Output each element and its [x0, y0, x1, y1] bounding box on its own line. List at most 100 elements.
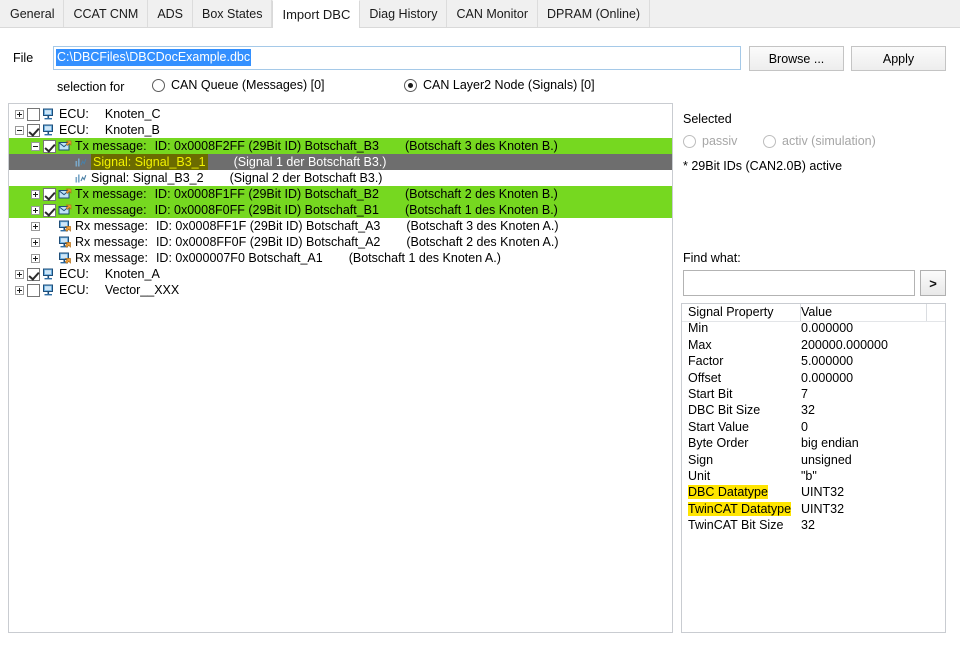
tree-row-label: Rx message: [75, 218, 148, 234]
radio-can-layer2-node[interactable]: CAN Layer2 Node (Signals) [0] [404, 78, 595, 92]
rx-message-icon [58, 252, 72, 265]
tree-row-label: Tx message: [75, 202, 147, 218]
tab-dpram-online[interactable]: DPRAM (Online) [538, 0, 650, 27]
radio-activ-simulation-circle [763, 135, 776, 148]
tab-general[interactable]: General [0, 0, 64, 27]
tree-checkbox[interactable] [27, 124, 40, 137]
property-key: Start Bit [682, 386, 799, 402]
property-row: Signunsigned [682, 452, 945, 468]
tree-row-label: Rx message: [75, 234, 148, 250]
tree-expander-plus-icon[interactable] [31, 206, 40, 215]
tree-expander-plus-icon[interactable] [31, 222, 40, 231]
property-row: Offset0.000000 [682, 370, 945, 386]
tree-expander-plus-icon[interactable] [31, 254, 40, 263]
dbc-tree: ECU:Knoten_CECU:Knoten_BTx message:ID: 0… [9, 104, 672, 298]
tree-row-detail: Vector__XXX [105, 282, 179, 298]
tree-row[interactable]: ECU:Knoten_B [9, 122, 672, 138]
signal-icon [74, 172, 88, 185]
tree-row-label: ECU: [59, 106, 89, 122]
dbc-tree-panel[interactable]: ECU:Knoten_CECU:Knoten_BTx message:ID: 0… [8, 103, 673, 633]
signal-property-table: Signal PropertyValueMin0.000000Max200000… [681, 303, 946, 633]
radio-passiv-circle [683, 135, 696, 148]
tree-row-label: ECU: [59, 122, 89, 138]
find-next-button[interactable]: > [920, 270, 946, 296]
tree-row[interactable]: Signal: Signal_B3_2 (Signal 2 der Botscha… [9, 170, 672, 186]
file-path-input[interactable] [53, 46, 741, 70]
tree-expander-spacer [47, 158, 56, 167]
tree-row[interactable]: Tx message:ID: 0x0008F1FF (29Bit ID) Bot… [9, 186, 672, 202]
browse-button[interactable]: Browse ... [749, 46, 844, 71]
tx-message-icon [58, 188, 72, 201]
tree-checkbox[interactable] [27, 108, 40, 121]
property-column-separator-1[interactable] [800, 304, 801, 321]
tree-expander-plus-icon[interactable] [15, 270, 24, 279]
property-value: unsigned [799, 452, 945, 468]
tree-checkbox[interactable] [27, 268, 40, 281]
find-what-input[interactable] [683, 270, 915, 296]
tree-expander-plus-icon[interactable] [31, 238, 40, 247]
tree-expander-plus-icon[interactable] [15, 110, 24, 119]
tree-row-detail: Knoten_A [105, 266, 160, 282]
tree-checkbox[interactable] [43, 188, 56, 201]
tree-checkbox[interactable] [27, 284, 40, 297]
property-key-text: Offset [688, 371, 721, 385]
tree-row-label: ECU: [59, 282, 89, 298]
property-key-text: Factor [688, 354, 723, 368]
tree-expander-minus-icon[interactable] [31, 142, 40, 151]
tab-diag-history[interactable]: Diag History [360, 0, 447, 27]
tree-row[interactable]: Tx message: ID: 0x0008F0FF (29Bit ID) Bot… [9, 202, 672, 218]
property-value: 0.000000 [799, 320, 945, 336]
tree-row-label: Rx message: [75, 250, 148, 266]
tree-row[interactable]: Rx message:ID: 0x0008FF0F (29Bit ID) Bot… [9, 234, 672, 250]
property-header-rule [682, 321, 945, 322]
property-row: DBC Bit Size32 [682, 402, 945, 418]
selection-for-label: selection for [57, 80, 124, 94]
tab-ads[interactable]: ADS [148, 0, 193, 27]
tab-can-monitor[interactable]: CAN Monitor [447, 0, 538, 27]
import-dbc-page: GeneralCCAT CNMADSBox StatesImport DBCDi… [0, 0, 960, 654]
tx-message-icon [58, 140, 72, 153]
tree-row[interactable]: Rx message:ID: 0x0008FF1F (29Bit ID) Bot… [9, 218, 672, 234]
property-row: TwinCAT DatatypeUINT32 [682, 501, 945, 517]
property-row: Max200000.000000 [682, 337, 945, 353]
selected-group-label: Selected [683, 112, 732, 126]
property-key: Min [682, 320, 799, 336]
tree-row[interactable]: Tx message:ID: 0x0008F2FF (29Bit ID) Bot… [9, 138, 672, 154]
tree-row[interactable]: ECU: Vector__XXX [9, 282, 672, 298]
property-header-key: Signal Property [682, 304, 799, 320]
tree-row[interactable]: Signal: Signal_B3_1(Signal 1 der Botscha… [9, 154, 672, 170]
ecu-icon [42, 108, 56, 121]
property-value: big endian [799, 435, 945, 451]
tab-import-dbc[interactable]: Import DBC [272, 0, 360, 28]
tab-ccat-cnm[interactable]: CCAT CNM [64, 0, 148, 27]
tree-row-description: (Botschaft 1 des Knoten A.) [349, 250, 501, 266]
radio-activ-simulation-label: activ (simulation) [782, 134, 876, 148]
tree-expander-minus-icon[interactable] [15, 126, 24, 135]
ecu-icon [42, 124, 56, 137]
property-key: DBC Bit Size [682, 402, 799, 418]
tree-row[interactable]: Rx message:ID: 0x000007F0 Botschaft_A1(B… [9, 250, 672, 266]
ecu-icon [42, 284, 56, 297]
ecu-icon [42, 268, 56, 281]
radio-can-queue[interactable]: CAN Queue (Messages) [0] [152, 78, 325, 92]
tree-row[interactable]: ECU:Knoten_C [9, 106, 672, 122]
tree-row-description: (Signal 2 der Botschaft B3.) [230, 170, 383, 186]
property-key-text: DBC Datatype [688, 485, 768, 499]
radio-activ-simulation[interactable]: activ (simulation) [763, 134, 876, 148]
property-key-text: Max [688, 338, 712, 352]
property-header-row: Signal PropertyValue [682, 304, 945, 320]
radio-passiv[interactable]: passiv [683, 134, 737, 148]
property-value: UINT32 [799, 484, 945, 500]
tree-checkbox[interactable] [43, 204, 56, 217]
tree-expander-plus-icon[interactable] [31, 190, 40, 199]
tree-row-detail: ID: 0x0008F0FF (29Bit ID) Botschaft_B1 [155, 202, 379, 218]
property-column-separator-2[interactable] [926, 304, 927, 321]
tree-checkbox[interactable] [43, 140, 56, 153]
property-row: Factor5.000000 [682, 353, 945, 369]
tree-row-label: Signal: Signal_B3_2 [91, 170, 204, 186]
tree-expander-plus-icon[interactable] [15, 286, 24, 295]
tree-row[interactable]: ECU:Knoten_A [9, 266, 672, 282]
tab-box-states[interactable]: Box States [193, 0, 272, 27]
tree-checkbox-spacer [59, 172, 72, 185]
apply-button[interactable]: Apply [851, 46, 946, 71]
